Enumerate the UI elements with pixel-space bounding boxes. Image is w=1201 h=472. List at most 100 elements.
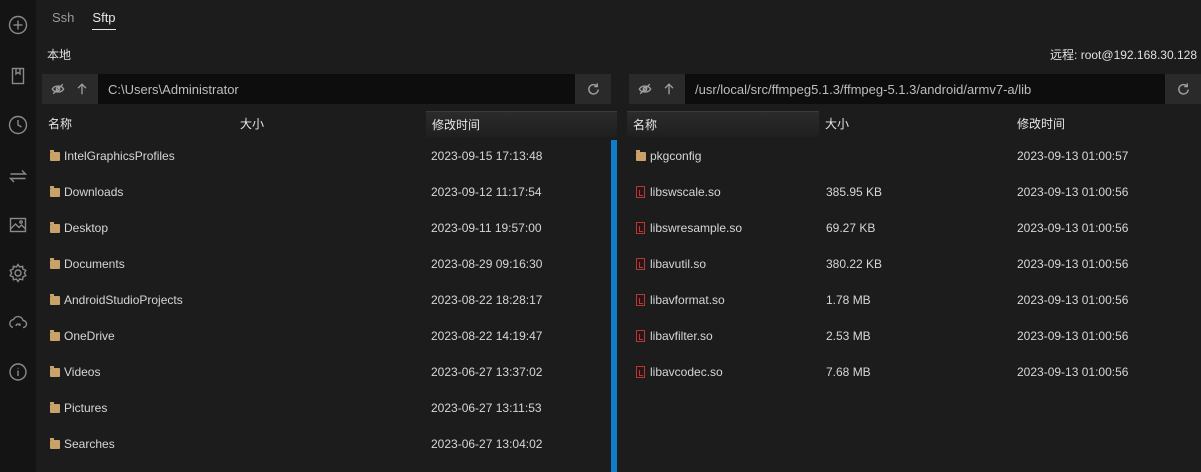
remote-pane-title: 远程: root@192.168.30.128 <box>1050 48 1197 62</box>
remote-file-row[interactable]: libavcodec.so 7.68 MB 2023-09-13 01:00:56 <box>628 354 1188 390</box>
local-file-row[interactable]: OneDrive 2023-08-22 14:19:47 <box>42 318 602 354</box>
remote-file-row[interactable]: libswresample.so 69.27 KB 2023-09-13 01:00… <box>628 210 1188 246</box>
cell-size: 380.22 KB <box>826 257 883 271</box>
tab-sftp[interactable]: Sftp <box>92 10 116 30</box>
folder-icon <box>636 150 646 161</box>
file-icon <box>636 330 645 342</box>
folder-icon <box>50 186 60 197</box>
cell-modified: 2023-09-13 01:00:56 <box>1017 185 1129 199</box>
cell-name: libavformat.so <box>650 293 725 307</box>
local-col-name[interactable]: 名称 <box>42 111 232 137</box>
folder-icon <box>50 366 60 377</box>
image-icon[interactable] <box>4 211 32 239</box>
cell-name: libswscale.so <box>650 185 721 199</box>
cell-name: libavutil.so <box>650 257 707 271</box>
remote-file-row[interactable]: libavfilter.so 2.53 MB 2023-09-13 01:00:56 <box>628 318 1188 354</box>
local-refresh-icon[interactable] <box>575 74 611 104</box>
cloud-sync-icon[interactable] <box>4 309 32 337</box>
cell-modified: 2023-09-15 17:13:48 <box>431 149 543 163</box>
file-icon <box>636 186 645 198</box>
cell-size: 2.53 MB <box>826 329 871 343</box>
cell-name: IntelGraphicsProfiles <box>64 149 175 163</box>
cell-name: Searches <box>64 437 115 451</box>
folder-icon <box>50 294 60 305</box>
remote-file-row[interactable]: pkgconfig 2023-09-13 01:00:57 <box>628 138 1188 174</box>
info-icon[interactable] <box>4 358 32 386</box>
cell-modified: 2023-09-13 01:00:56 <box>1017 221 1129 235</box>
cell-modified: 2023-06-27 13:04:02 <box>431 437 543 451</box>
local-col-size[interactable]: 大小 <box>234 111 424 137</box>
file-icon <box>636 258 645 270</box>
local-path-bar: C:\Users\Administrator <box>42 74 611 104</box>
cell-name: Pictures <box>64 401 108 415</box>
local-path-input[interactable]: C:\Users\Administrator <box>98 82 575 97</box>
local-file-row[interactable]: Videos 2023-06-27 13:37:02 <box>42 354 602 390</box>
remote-col-modified[interactable]: 修改时间 <box>1011 111 1201 137</box>
folder-icon <box>50 330 60 341</box>
tab-ssh[interactable]: Ssh <box>52 10 74 30</box>
folder-icon <box>50 258 60 269</box>
local-file-row[interactable]: Downloads 2023-09-12 11:17:54 <box>42 174 602 210</box>
file-icon <box>636 294 645 306</box>
local-file-row[interactable]: IntelGraphicsProfiles 2023-09-15 17:13:48 <box>42 138 602 174</box>
eye-off-icon[interactable] <box>638 82 652 96</box>
file-icon <box>636 222 645 234</box>
local-file-row[interactable]: Desktop 2023-09-11 19:57:00 <box>42 210 602 246</box>
remote-file-row[interactable]: libavformat.so 1.78 MB 2023-09-13 01:00:56 <box>628 282 1188 318</box>
cell-modified: 2023-06-27 13:11:53 <box>431 401 542 415</box>
local-file-row[interactable]: Documents 2023-08-29 09:16:30 <box>42 246 602 282</box>
cell-modified: 2023-06-27 13:37:02 <box>431 365 543 379</box>
transfer-icon[interactable] <box>4 162 32 190</box>
local-pane-title: 本地 <box>47 48 72 62</box>
remote-file-row[interactable]: libswscale.so 385.95 KB 2023-09-13 01:00:5… <box>628 174 1188 210</box>
add-circle-icon[interactable] <box>4 11 32 39</box>
file-icon <box>636 366 645 378</box>
remote-col-size[interactable]: 大小 <box>819 111 1009 137</box>
cell-size: 1.78 MB <box>826 293 871 307</box>
cell-modified: 2023-09-13 01:00:56 <box>1017 293 1129 307</box>
eye-off-icon[interactable] <box>51 82 65 96</box>
cell-modified: 2023-08-22 18:28:17 <box>431 293 543 307</box>
cell-size: 385.95 KB <box>826 185 883 199</box>
local-file-row[interactable]: Pictures 2023-06-27 13:11:53 <box>42 390 602 426</box>
cell-modified: 2023-09-13 01:00:56 <box>1017 365 1129 379</box>
sftp-main-panel: Ssh Sftp 本地 远程: root@192.168.30.128 C:\U… <box>36 0 1201 472</box>
cell-size: 7.68 MB <box>826 365 871 379</box>
cell-name: libavcodec.so <box>650 365 723 379</box>
cell-name: OneDrive <box>64 329 115 343</box>
local-column-header: 名称 大小 修改时间 <box>42 111 617 137</box>
tab-bar: Ssh Sftp <box>52 10 116 30</box>
bookmark-icon[interactable] <box>4 62 32 90</box>
folder-icon <box>50 438 60 449</box>
cell-modified: 2023-09-11 19:57:00 <box>431 221 542 235</box>
cell-modified: 2023-08-29 09:16:30 <box>431 257 543 271</box>
cell-name: libavfilter.so <box>650 329 713 343</box>
cell-name: pkgconfig <box>650 149 702 163</box>
sidebar-rail <box>0 0 36 472</box>
remote-column-header: 名称 大小 修改时间 <box>627 111 1201 137</box>
arrow-up-icon[interactable] <box>75 82 89 96</box>
cell-name: AndroidStudioProjects <box>64 293 183 307</box>
cell-modified: 2023-09-13 01:00:56 <box>1017 257 1129 271</box>
cell-size: 69.27 KB <box>826 221 876 235</box>
gear-icon[interactable] <box>4 259 32 287</box>
clock-icon[interactable] <box>4 111 32 139</box>
folder-icon <box>50 222 60 233</box>
pane-splitter[interactable] <box>611 140 617 472</box>
remote-path-input[interactable]: /usr/local/src/ffmpeg5.1.3/ffmpeg-5.1.3/… <box>685 82 1165 97</box>
cell-name: Downloads <box>64 185 124 199</box>
local-file-row[interactable]: Searches 2023-06-27 13:04:02 <box>42 426 602 462</box>
cell-name: Documents <box>64 257 125 271</box>
remote-path-bar: /usr/local/src/ffmpeg5.1.3/ffmpeg-5.1.3/… <box>629 74 1201 104</box>
local-col-modified[interactable]: 修改时间 <box>426 111 617 137</box>
folder-icon <box>50 150 60 161</box>
remote-file-row[interactable]: libavutil.so 380.22 KB 2023-09-13 01:00:56 <box>628 246 1188 282</box>
remote-col-name[interactable]: 名称 <box>627 111 819 137</box>
cell-modified: 2023-09-12 11:17:54 <box>431 185 542 199</box>
remote-refresh-icon[interactable] <box>1165 74 1201 104</box>
local-path-controls <box>42 74 98 104</box>
local-file-row[interactable]: AndroidStudioProjects 2023-08-22 18:28:17 <box>42 282 602 318</box>
remote-path-controls <box>629 74 685 104</box>
cell-modified: 2023-09-13 01:00:57 <box>1017 149 1129 163</box>
arrow-up-icon[interactable] <box>662 82 676 96</box>
